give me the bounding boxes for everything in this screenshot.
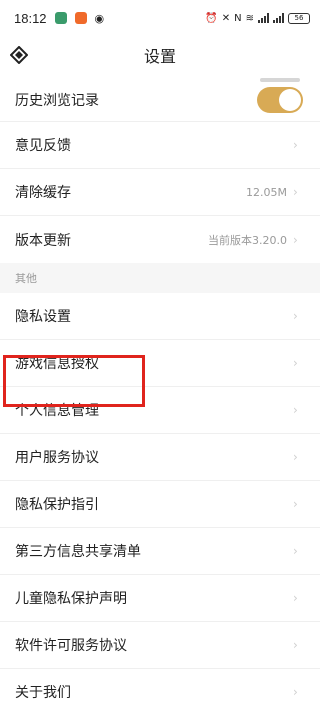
- clear-cache-right: 12.05M ›: [246, 186, 303, 199]
- chevron-right-icon: ›: [293, 638, 298, 652]
- alarm-icon: ⏰: [205, 12, 218, 24]
- page-title: 设置: [143, 47, 176, 66]
- weibo-icon: ◉: [94, 11, 105, 25]
- feedback-label: 意见反馈: [15, 138, 71, 154]
- section-title: 其他: [15, 272, 37, 285]
- game-info-auth-row[interactable]: 游戏信息授权 ›: [0, 340, 320, 387]
- row-label: 用户服务协议: [15, 450, 99, 466]
- chevron-right-icon: ›: [293, 356, 298, 370]
- history-toggle[interactable]: [257, 86, 303, 113]
- battery-icon: 56: [288, 12, 310, 24]
- version-text: 当前版本3.20.0: [208, 233, 287, 247]
- clear-cache-label: 清除缓存: [15, 185, 71, 201]
- chevron-right-icon: ›: [293, 403, 298, 417]
- section-header-other: 其他: [0, 263, 320, 293]
- signal-icon: [258, 13, 269, 23]
- row-label: 游戏信息授权: [15, 356, 99, 372]
- row-label: 个人信息管理: [15, 403, 99, 419]
- status-bar: 18:12 ◉ ⏰ ✕ N ≋ 56: [0, 0, 320, 36]
- wifi-icon: ≋: [245, 12, 254, 24]
- status-left: 18:12 ◉: [14, 11, 104, 26]
- row-label: 隐私保护指引: [15, 497, 99, 513]
- privacy-settings-row[interactable]: 隐私设置 ›: [0, 293, 320, 340]
- row-label: 儿童隐私保护声明: [15, 591, 127, 607]
- update-right: 当前版本3.20.0 ›: [208, 232, 303, 248]
- row-label: 隐私设置: [15, 309, 71, 325]
- battery-level: 56: [294, 13, 304, 22]
- logo-icon[interactable]: [10, 46, 28, 64]
- app-notification-icon: [74, 12, 87, 24]
- chevron-right-icon: ›: [293, 544, 298, 558]
- status-right: ⏰ ✕ N ≋ 56: [205, 12, 310, 24]
- chevron-right-icon: ›: [293, 497, 298, 511]
- software-license-row[interactable]: 软件许可服务协议 ›: [0, 622, 320, 669]
- chevron-right-icon: ›: [293, 685, 298, 699]
- chevron-right-icon: ›: [293, 450, 298, 464]
- settings-list: 历史浏览记录 意见反馈 › 清除缓存 12.05M › 版本更新 当前版本3.2…: [0, 74, 320, 715]
- feedback-row[interactable]: 意见反馈 ›: [0, 122, 320, 169]
- toggle-knob: [279, 88, 301, 111]
- signal-icon: [273, 13, 284, 23]
- child-privacy-row[interactable]: 儿童隐私保护声明 ›: [0, 575, 320, 622]
- chevron-right-icon: ›: [293, 591, 298, 605]
- update-label: 版本更新: [15, 232, 71, 249]
- chevron-right-icon: ›: [293, 232, 298, 247]
- personal-info-row[interactable]: 个人信息管理 ›: [0, 387, 320, 434]
- nav-bar: 设置: [0, 36, 320, 74]
- privacy-guide-row[interactable]: 隐私保护指引 ›: [0, 481, 320, 528]
- scroll-indicator: [260, 78, 300, 82]
- history-label: 历史浏览记录: [15, 92, 99, 109]
- third-party-list-row[interactable]: 第三方信息共享清单 ›: [0, 528, 320, 575]
- about-us-row[interactable]: 关于我们 ›: [0, 669, 320, 715]
- clear-cache-row[interactable]: 清除缓存 12.05M ›: [0, 169, 320, 216]
- cache-size: 12.05M: [246, 185, 287, 199]
- chevron-right-icon: ›: [293, 309, 298, 323]
- chevron-right-icon: ›: [293, 138, 298, 152]
- user-agreement-row[interactable]: 用户服务协议 ›: [0, 434, 320, 481]
- row-label: 第三方信息共享清单: [15, 544, 141, 560]
- row-label: 软件许可服务协议: [15, 638, 127, 654]
- mute-icon: ✕: [221, 12, 231, 24]
- nfc-icon: N: [234, 12, 242, 24]
- update-row[interactable]: 版本更新 当前版本3.20.0 ›: [0, 216, 320, 263]
- chevron-right-icon: ›: [293, 185, 298, 199]
- row-label: 关于我们: [15, 685, 71, 701]
- app-notification-icon: [54, 12, 67, 24]
- status-time: 18:12: [14, 10, 47, 26]
